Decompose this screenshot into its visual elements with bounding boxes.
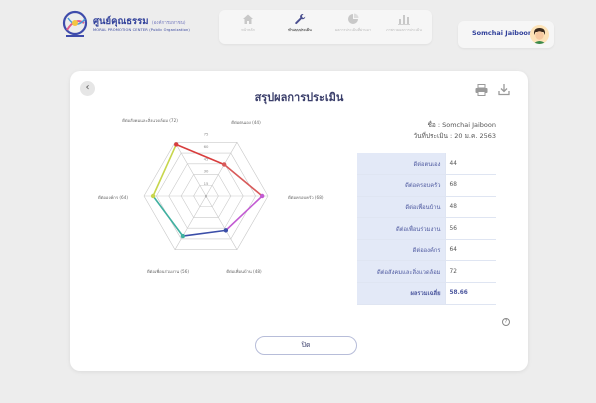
radar-spoke (205, 195, 238, 250)
radar-series-segment (223, 163, 263, 197)
table-row: ดีต่อเพื่อนบ้าน 48 (357, 196, 496, 219)
radar-axis-label: ดีต่อองค์กร (64) (98, 195, 129, 200)
radar-axis-label: ดีต่อเพื่อนบ้าน (48) (226, 268, 262, 274)
avatar[interactable] (530, 25, 549, 44)
user-menu[interactable]: Somchai Jaiboon (458, 21, 554, 48)
score-table: ดีต่อตนเอง 44 ดีต่อครอบครัว 68 ดีต่อเพื่อน… (357, 153, 496, 305)
table-row: ดีต่อเพื่อนร่วมงาน 56 (357, 217, 496, 240)
table-row: ดีต่อครอบครัว 68 (357, 174, 496, 197)
radar-axis-label: ดีต่อตนเอง (44) (231, 120, 261, 125)
radar-tick-label: 15 (204, 181, 209, 186)
radar-data-point (174, 142, 179, 147)
radar-data-point (221, 162, 227, 167)
nav-item-assessment[interactable]: ทำแบบประเมิน (275, 13, 325, 43)
nav-item-overview[interactable]: ภาพรวมผลการประเมิน (379, 13, 429, 43)
nav-item-home[interactable]: หน้าหลัก (223, 13, 273, 43)
home-icon (243, 14, 253, 24)
table-row-total: ผลรวมเฉลี่ย 58.66 (357, 282, 496, 305)
summary-card: ‹ สรุปผลการประเมิน ชื่อ : Somchai Jaiboo… (70, 71, 528, 371)
radar-series-segment (182, 229, 226, 237)
user-name: Somchai Jaiboon (472, 29, 533, 37)
radar-axis-label: ดีต่อสังคมและสิ่งแวดล้อม (72) (122, 117, 178, 123)
wrench-icon (295, 13, 306, 25)
radar-data-point (260, 193, 265, 199)
close-button[interactable]: ปิด (255, 336, 357, 355)
table-row: ดีต่อสังคมและสิ่งแวดล้อม 72 (357, 260, 496, 284)
bar-chart-icon (398, 15, 410, 25)
radar-series-segment (225, 195, 263, 231)
app-title: ศูนย์คุณธรรม (องค์การมหาชน) (93, 16, 186, 27)
radar-tick-label: 60 (204, 144, 209, 149)
main-nav: หน้าหลัก ทำแบบประเมิน ผลการประเมินที่ผ่า… (219, 10, 432, 44)
table-row: ดีต่อองค์กร 64 (357, 239, 496, 262)
radar-tick-label: 75 (204, 132, 209, 137)
avatar-icon (530, 25, 549, 44)
table-row: ดีต่อตนเอง 44 (357, 153, 496, 176)
app-subtitle: MORAL PROMOTION CENTER (Public Organizat… (93, 28, 190, 32)
app-title-suffix: (องค์การมหาชน) (151, 21, 186, 26)
info-icon[interactable]: ? (502, 318, 510, 326)
nav-item-history[interactable]: ผลการประเมินที่ผ่านมา (328, 13, 378, 43)
radar-axis-label: ดีต่อครอบครัว (68) (288, 195, 324, 200)
radar-tick-label: 30 (204, 169, 209, 174)
radar-data-point (180, 233, 186, 239)
radar-series-segment (175, 143, 225, 166)
radar-spoke (205, 142, 238, 197)
radar-series-segment (152, 195, 184, 237)
pie-chart-icon (348, 13, 359, 24)
app-header: ศูนย์คุณธรรม (องค์การมหาชน) MORAL PROMOT… (0, 0, 596, 66)
radar-data-point (150, 193, 156, 199)
logo-icon[interactable] (62, 10, 90, 40)
radar-spoke (174, 195, 207, 250)
radar-series-segment (152, 144, 177, 197)
radar-data-point (223, 228, 229, 233)
radar-axis-label: ดีต่อเพื่อนร่วมงาน (56) (147, 268, 190, 274)
